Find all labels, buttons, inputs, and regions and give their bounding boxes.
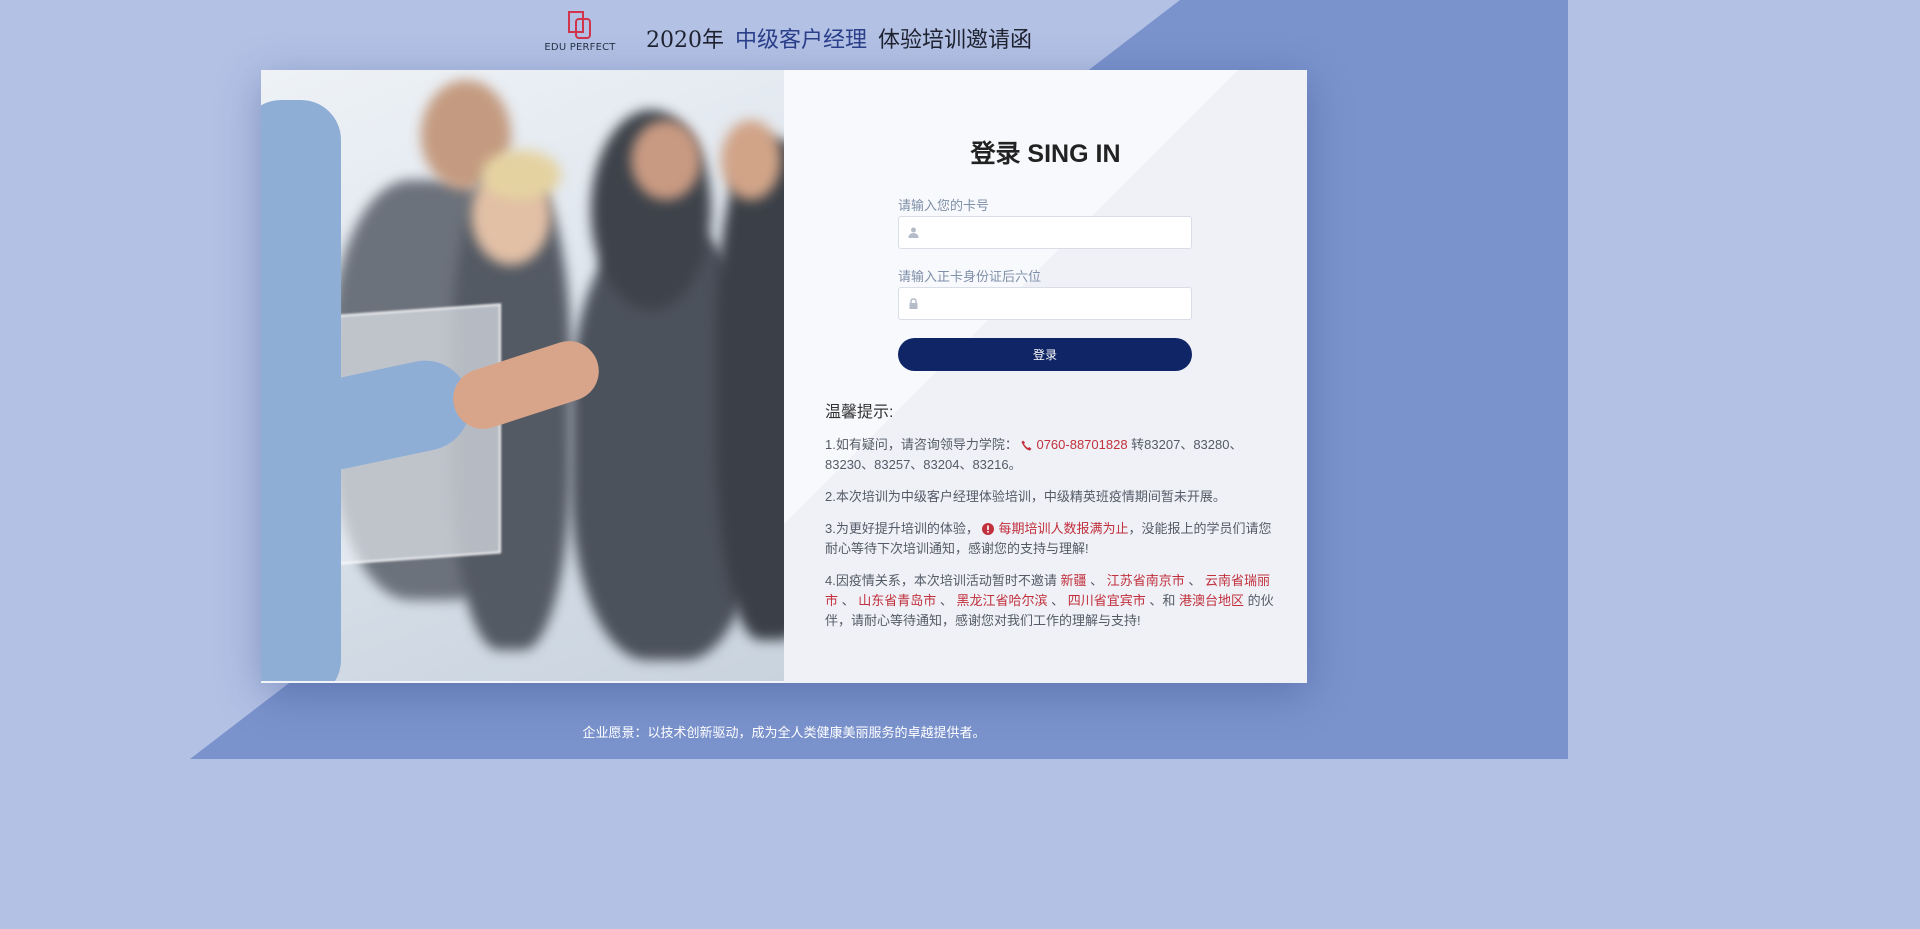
title-accent: 中级客户经理 xyxy=(735,28,868,53)
region-item: 新疆 xyxy=(1060,573,1087,588)
separator: 、 xyxy=(1047,593,1068,608)
phone-icon xyxy=(1021,440,1032,451)
region-item: 黑龙江省哈尔滨 xyxy=(956,593,1048,608)
tip-2: 2.本次培训为中级客户经理体验培训，中级精英班疫情期间暂未开展。 xyxy=(825,489,1226,504)
tip-1-text: 1.如有疑问，请咨询领导力学院： xyxy=(825,437,1018,452)
contact-phone[interactable]: 0760-88701828 xyxy=(1036,437,1127,452)
lock-icon xyxy=(909,298,918,309)
title-prefix: 2020年 xyxy=(646,28,724,53)
separator-and: 、和 xyxy=(1145,593,1176,608)
tip-4-text: 4.因疫情关系，本次培训活动暂时不邀请 xyxy=(825,573,1061,588)
tip-3: 3.为更好提升培训的体验， 每期培训人数报满为止，没能报上的学员们请您耐心等待下… xyxy=(825,519,1275,559)
login-title: 登录 SING IN xyxy=(970,140,1121,168)
tip-1: 1.如有疑问，请咨询领导力学院： 0760-88701828 转83207、83… xyxy=(825,435,1275,475)
card-number-input[interactable] xyxy=(925,217,1185,248)
footer-vision: 企业愿景：以技术创新驱动，成为全人类健康美丽服务的卓越提供者。 xyxy=(582,725,986,740)
card-number-field[interactable] xyxy=(898,216,1192,249)
tip-4: 4.因疫情关系，本次培训活动暂时不邀请 新疆 、 江苏省南京市 、 云南省瑞丽市… xyxy=(825,571,1275,631)
logo-text: EDU PERFECT xyxy=(544,42,616,53)
login-button[interactable]: 登录 xyxy=(898,338,1192,371)
id-number-label: 请输入正卡身份证后六位 xyxy=(898,269,1042,284)
login-card: 登录 SING IN 请输入您的卡号 请输入正卡身份证后六位 登录 温馨提示: … xyxy=(261,70,1307,683)
title-suffix: 体验培训邀请函 xyxy=(878,28,1033,53)
logo-icon xyxy=(568,11,591,39)
tips-section: 温馨提示: 1.如有疑问，请咨询领导力学院： 0760-88701828 转83… xyxy=(825,403,1275,643)
tip-3-text: 3.为更好提升培训的体验， xyxy=(825,521,979,536)
login-panel: 登录 SING IN 请输入您的卡号 请输入正卡身份证后六位 登录 温馨提示: … xyxy=(784,70,1307,683)
separator: 、 xyxy=(1086,573,1107,588)
id-number-field[interactable] xyxy=(898,287,1192,320)
capacity-warning: 每期培训人数报满为止 xyxy=(998,521,1129,536)
separator: 、 xyxy=(838,593,859,608)
header: EDU PERFECT 2020年 中级客户经理 体验培训邀请函 xyxy=(0,0,1568,70)
region-item: 四川省宜宾市 xyxy=(1067,593,1146,608)
region-item: 山东省青岛市 xyxy=(858,593,937,608)
separator: 、 xyxy=(936,593,957,608)
region-item: 港澳台地区 xyxy=(1179,593,1245,608)
logo: EDU PERFECT xyxy=(544,10,616,58)
alert-icon xyxy=(982,523,995,535)
page-title: 2020年 中级客户经理 体验培训邀请函 xyxy=(646,22,1033,53)
id-number-input[interactable] xyxy=(925,288,1185,319)
tips-title: 温馨提示: xyxy=(825,404,894,421)
region-item: 江苏省南京市 xyxy=(1106,573,1185,588)
separator: 、 xyxy=(1184,573,1205,588)
hero-photo xyxy=(261,70,784,681)
user-icon xyxy=(908,227,919,238)
card-number-label: 请输入您的卡号 xyxy=(898,198,990,213)
